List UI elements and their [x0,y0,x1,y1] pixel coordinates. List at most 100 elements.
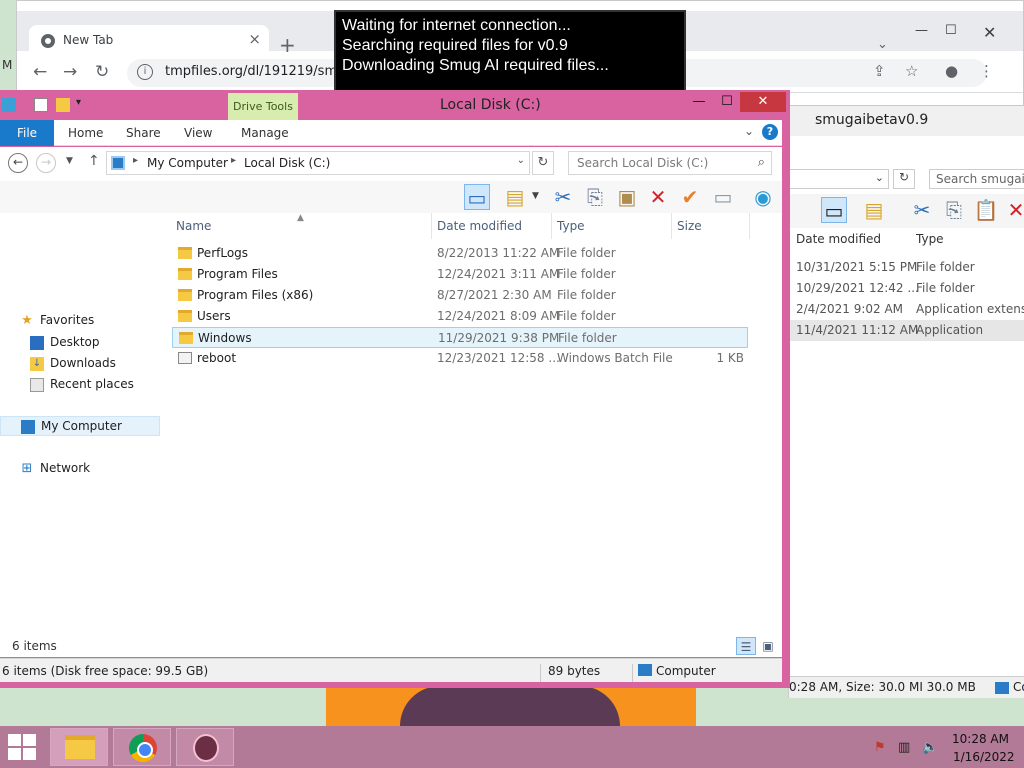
smugai-address-box[interactable]: ⌄ [789,169,889,189]
new-folder-quick-icon[interactable] [56,98,70,112]
browser-minimize-button[interactable]: — [915,23,928,38]
taskbar-smug-ai[interactable] [176,728,234,766]
tab-manage[interactable]: Manage [241,126,289,140]
tab-home[interactable]: Home [68,126,103,140]
browser-back-icon[interactable]: ← [33,62,47,82]
tab-view[interactable]: View [184,126,212,140]
clock-time[interactable]: 10:28 AM [952,732,1009,746]
network-tray-icon[interactable]: ▥ [898,740,910,755]
properties-quick-icon[interactable] [34,98,48,112]
column-divider[interactable] [671,213,672,239]
file-row[interactable]: Program Files 12/24/2021 3:11 AM File fo… [172,264,748,285]
share-icon[interactable]: ⇪ [873,62,886,80]
smugai-search-input[interactable]: Search smugaibe [929,169,1024,189]
drive-tools-context-tab[interactable]: Drive Tools [228,93,298,121]
column-header-name[interactable]: Name [176,219,211,233]
browser-close-button[interactable]: ✕ [983,23,996,42]
refresh-button[interactable]: ↻ [532,151,554,175]
smugai-col-date[interactable]: Date modified [796,232,881,246]
column-divider[interactable] [551,213,552,239]
breadcrumb-separator-icon[interactable]: ▸ [133,155,138,166]
browser-forward-icon[interactable]: → [63,62,77,82]
address-box[interactable]: ▸ My Computer ▸ Local Disk (C:) ⌄ [106,151,530,175]
nav-my-computer[interactable]: My Computer [0,416,160,436]
chevron-down-icon[interactable]: ⌄ [517,155,525,166]
action-center-flag-icon[interactable]: ⚑ [874,740,886,755]
tab-close-icon[interactable]: × [248,30,261,48]
file-row-selected[interactable]: Windows 11/29/2021 9:38 PM File folder [172,327,748,348]
browser-maximize-button[interactable]: ☐ [945,23,957,38]
explorer-titlebar[interactable]: ▾ Drive Tools Local Disk (C:) — ☐ ✕ [0,90,790,121]
checkmark-icon[interactable]: ✔ [677,184,703,210]
nav-favorites[interactable]: ★ Favorites [0,311,160,331]
column-divider[interactable] [431,213,432,239]
cut-icon[interactable]: ✂ [550,184,576,210]
nav-desktop[interactable]: Desktop [0,333,160,353]
recent-locations-icon[interactable]: ▼ [66,156,73,166]
forward-button[interactable]: → [36,153,56,173]
customize-quick-access-icon[interactable]: ▾ [76,97,81,108]
properties-icon[interactable]: ▤ [502,184,528,210]
help-icon[interactable]: ? [762,124,778,140]
copy-icon[interactable]: ⎘ [582,184,608,210]
minimize-button[interactable]: — [684,92,714,112]
smugai-file-row[interactable]: 10/31/2021 5:15 PM File folder [789,257,1024,278]
smugai-file-row[interactable]: 11/4/2021 11:12 AM Application [789,320,1024,341]
paste-icon[interactable]: 📋 [973,197,999,223]
paste-icon[interactable]: ▣ [614,184,640,210]
close-button[interactable]: ✕ [740,92,786,112]
breadcrumb-separator-icon[interactable]: ▸ [231,155,236,166]
site-info-icon[interactable]: i [137,64,153,80]
nav-recent-places[interactable]: Recent places [0,375,160,395]
column-header-size[interactable]: Size [677,219,702,233]
back-button[interactable]: ← [8,153,28,173]
breadcrumb-local-disk[interactable]: Local Disk (C:) [244,156,330,170]
column-header-date[interactable]: Date modified [437,219,522,233]
tab-file[interactable]: File [0,120,54,146]
delete-icon[interactable]: ✕ [645,184,671,210]
properties-icon[interactable]: ▤ [861,197,887,223]
rename-icon[interactable]: ▭ [710,184,736,210]
search-input[interactable]: Search Local Disk (C:) ⌕ [568,151,772,175]
browser-reload-icon[interactable]: ↻ [95,62,109,82]
file-row[interactable]: PerfLogs 8/22/2013 11:22 AM File folder [172,243,748,264]
file-row[interactable]: Program Files (x86) 8/27/2021 2:30 AM Fi… [172,285,748,306]
search-icon[interactable]: ⌕ [758,155,765,170]
column-header-type[interactable]: Type [557,219,585,233]
preview-pane-icon[interactable]: ▭ [821,197,847,223]
file-row[interactable]: reboot 12/23/2021 12:58 ... Windows Batc… [172,348,748,369]
delete-icon[interactable]: ✕ [1003,197,1024,223]
profile-icon[interactable]: ● [945,62,958,80]
up-button[interactable]: ↑ [88,153,100,169]
chevron-down-icon[interactable]: ⌄ [875,171,884,184]
expand-ribbon-icon[interactable]: ⌄ [744,124,754,138]
explorer-app-icon[interactable] [2,98,16,112]
nav-downloads[interactable]: ↓ Downloads [0,354,160,374]
bookmark-star-icon[interactable]: ☆ [905,62,918,80]
smugai-refresh-button[interactable]: ↻ [893,169,915,189]
breadcrumb-my-computer[interactable]: My Computer [147,156,228,170]
smugai-status-bar: 0:28 AM, Size: 30.0 MI 30.0 MB Co [789,676,1024,698]
taskbar-file-explorer[interactable] [50,728,108,766]
details-view-icon[interactable]: ☰ [736,637,756,655]
file-row[interactable]: Users 12/24/2021 8:09 AM File folder [172,306,748,327]
copy-icon[interactable]: ⎘ [941,197,967,223]
start-button[interactable] [8,734,38,760]
column-divider[interactable] [749,213,750,239]
globe-icon[interactable]: ◉ [750,184,776,210]
preview-pane-icon[interactable]: ▭ [464,184,490,210]
cut-icon[interactable]: ✂ [909,197,935,223]
tab-share[interactable]: Share [126,126,161,140]
chevron-down-icon[interactable]: ▼ [532,191,539,201]
browser-menu-icon[interactable]: ⋮ [979,62,994,80]
tab-search-icon[interactable]: ⌄ [877,37,888,52]
smugai-file-row[interactable]: 10/29/2021 12:42 ... File folder [789,278,1024,299]
smugai-col-type[interactable]: Type [916,232,944,246]
volume-muted-icon[interactable]: 🔈 [922,740,938,755]
smugai-file-row[interactable]: 2/4/2021 9:02 AM Application extens... [789,299,1024,320]
maximize-button[interactable]: ☐ [712,92,742,112]
clock-date[interactable]: 1/16/2022 [953,750,1015,764]
nav-network[interactable]: ⊞ Network [0,459,160,479]
taskbar-chrome[interactable] [113,728,171,766]
large-icons-view-icon[interactable]: ▣ [758,637,778,655]
